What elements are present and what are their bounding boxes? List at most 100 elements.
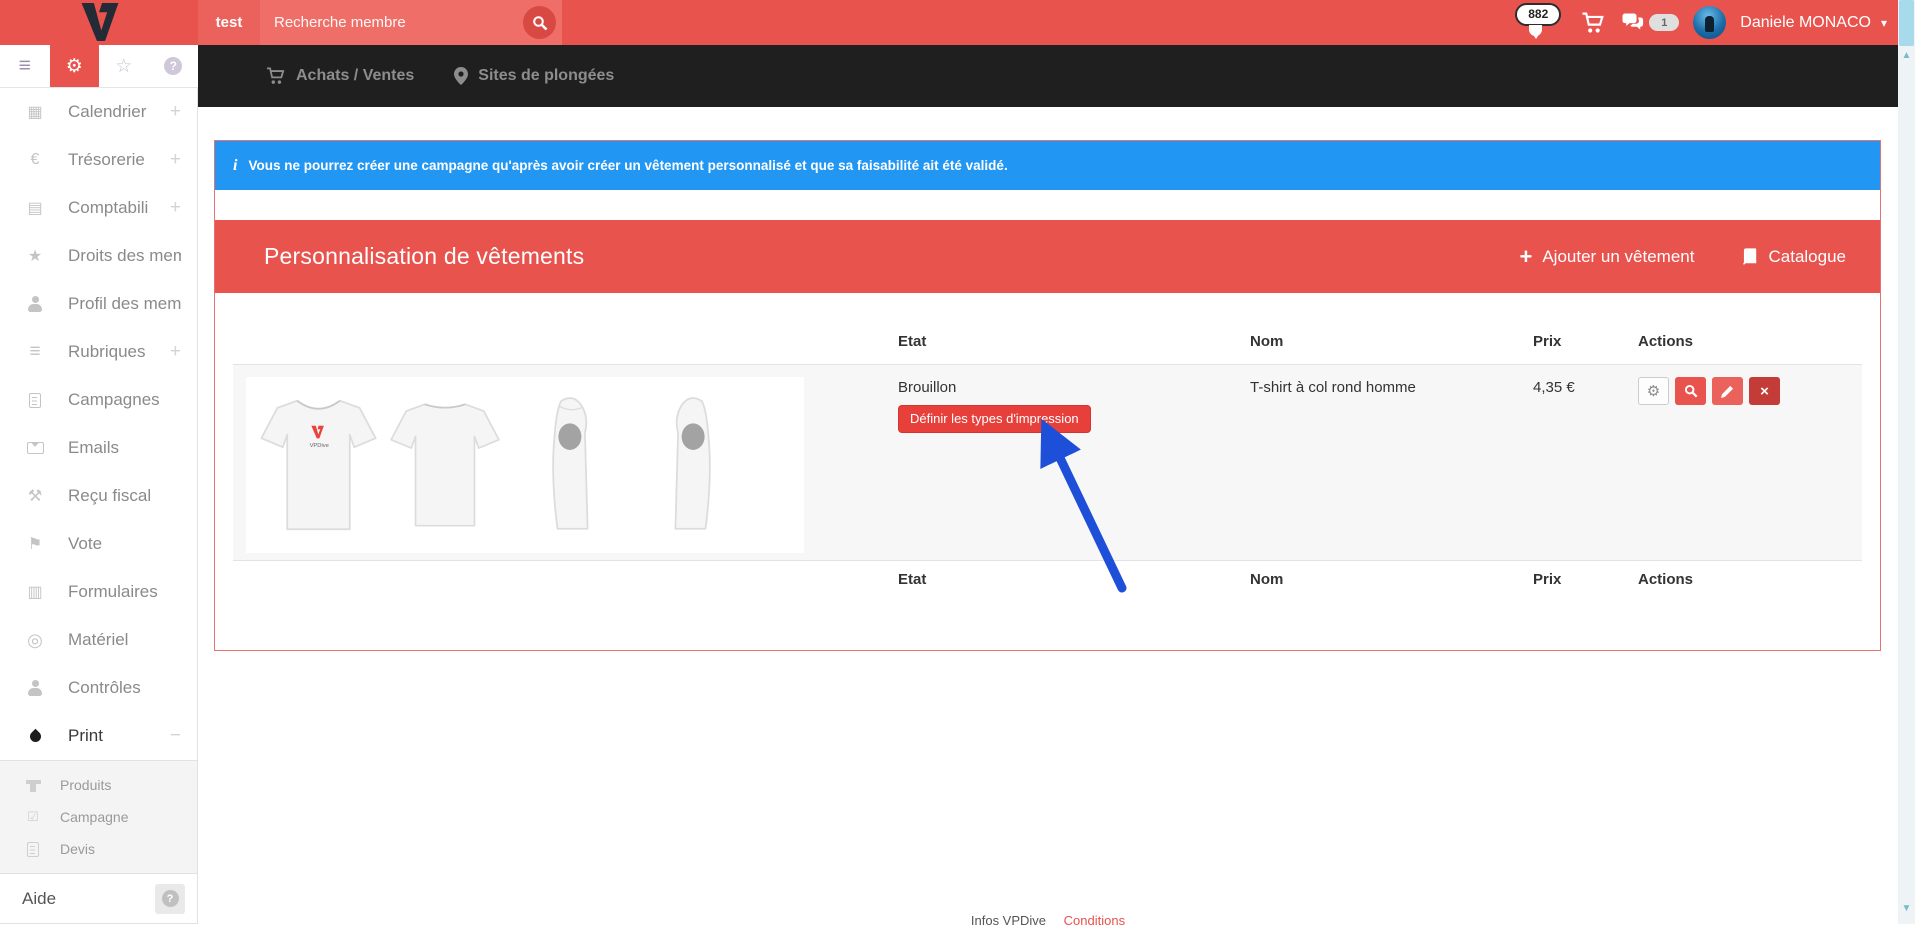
col-header-actions: Actions xyxy=(1638,333,1862,350)
svg-text:VPDive: VPDive xyxy=(310,443,329,449)
col-header-etat: Etat xyxy=(898,333,1250,350)
user-menu[interactable]: Daniele MONACO xyxy=(1740,14,1871,32)
star-icon: ★ xyxy=(24,246,46,266)
sidebar-item-controles[interactable]: Contrôles xyxy=(0,664,197,712)
col-footer-nom: Nom xyxy=(1250,571,1533,588)
scroll-down-arrow[interactable]: ▼ xyxy=(1898,903,1915,914)
cart-icon xyxy=(266,67,286,85)
plus-icon[interactable]: + xyxy=(170,101,181,123)
document-icon xyxy=(24,842,42,857)
tab-help[interactable]: ? xyxy=(149,45,199,87)
sidebar-item-rubriques[interactable]: ≡ Rubriques + xyxy=(0,328,197,376)
checkbox-icon: ☑ xyxy=(24,809,42,825)
status-badge: Brouillon xyxy=(898,379,956,396)
book-icon xyxy=(1740,248,1758,266)
question-icon: ? xyxy=(162,890,179,907)
magnifier-icon xyxy=(1684,384,1698,398)
vertical-scrollbar[interactable]: ▲ ▼ xyxy=(1898,0,1915,924)
print-submenu: Produits ☑ Campagne Devis xyxy=(0,760,197,874)
sidebar-item-campagnes[interactable]: Campagnes xyxy=(0,376,197,424)
gavel-icon: ⚒ xyxy=(24,486,46,506)
sidebar-item-droits-des-membres[interactable]: ★ Droits des membres xyxy=(0,232,197,280)
cart-icon xyxy=(1581,12,1606,34)
scrollbar-thumb[interactable] xyxy=(1899,0,1914,46)
gear-icon: ⚙ xyxy=(1647,382,1660,400)
sidebar-item-emails[interactable]: Emails xyxy=(0,424,197,472)
content-container: i Vous ne pourrez créer une campagne qu'… xyxy=(214,140,1881,651)
table-footer-row: Etat Nom Prix Actions xyxy=(233,561,1862,621)
sidebar-item-vote[interactable]: ⚑ Vote xyxy=(0,520,197,568)
sidebar-item-print[interactable]: Print − xyxy=(0,712,197,760)
col-footer-etat: Etat xyxy=(898,571,1250,588)
help-label: Aide xyxy=(22,889,155,909)
add-garment-button[interactable]: + Ajouter un vêtement xyxy=(1519,246,1694,268)
tshirt-front-image: VPDive xyxy=(256,381,381,549)
tshirt-image: VPDive xyxy=(246,377,804,553)
tab-settings[interactable]: ⚙ xyxy=(50,45,100,87)
hamburger-icon: ≡ xyxy=(19,54,31,78)
table-header-row: Etat Nom Prix Actions xyxy=(233,293,1862,365)
sidebar-item-comptabilite[interactable]: ▤ Comptabilité + xyxy=(0,184,197,232)
minus-icon[interactable]: − xyxy=(170,725,181,747)
breadcrumb-sites-de-plongees[interactable]: Sites de plongées xyxy=(454,67,614,85)
chevron-down-icon[interactable]: ▾ xyxy=(1881,16,1887,30)
tshirt-side-image xyxy=(663,381,725,549)
plus-icon: + xyxy=(1519,246,1532,268)
workspace-label[interactable]: test xyxy=(198,0,260,45)
settings-action-button[interactable]: ⚙ xyxy=(1638,377,1669,405)
sidebar-item-profil-des-membres[interactable]: Profil des membres xyxy=(0,280,197,328)
breadcrumb-achats-ventes[interactable]: Achats / Ventes xyxy=(266,67,414,85)
banknote-icon: ▤ xyxy=(24,198,46,218)
panel-header: Personnalisation de vêtements + Ajouter … xyxy=(215,220,1880,293)
plus-icon[interactable]: + xyxy=(170,149,181,171)
plus-icon[interactable]: + xyxy=(170,197,181,219)
search-button[interactable] xyxy=(523,6,556,39)
col-header-prix: Prix xyxy=(1533,333,1638,350)
avatar[interactable] xyxy=(1693,6,1726,39)
footer-conditions-link[interactable]: Conditions xyxy=(1064,913,1125,928)
notifications-button[interactable]: 882 xyxy=(1515,1,1567,41)
delete-action-button[interactable]: × xyxy=(1749,377,1780,405)
alert-text: Vous ne pourrez créer une campagne qu'ap… xyxy=(248,158,1007,173)
etat-cell: Brouillon Définir les types d'impression xyxy=(898,365,1250,560)
messages-button[interactable]: 1 xyxy=(1620,13,1679,33)
help-icon: ? xyxy=(164,57,182,75)
cart-button[interactable] xyxy=(1581,12,1606,34)
document-icon xyxy=(24,393,46,408)
notification-count-badge: 882 xyxy=(1515,3,1561,26)
sidebar-item-materiel[interactable]: ◎ Matériel xyxy=(0,616,197,664)
plus-icon[interactable]: + xyxy=(170,341,181,363)
submenu-item-devis[interactable]: Devis xyxy=(0,833,197,865)
info-alert: i Vous ne pourrez créer une campagne qu'… xyxy=(215,141,1880,190)
search-input[interactable] xyxy=(260,0,523,45)
user-check-icon xyxy=(24,680,46,696)
nom-cell: T-shirt à col rond homme xyxy=(1250,365,1533,560)
user-icon xyxy=(24,296,46,312)
sidebar-item-tresorerie[interactable]: € Trésorerie + xyxy=(0,136,197,184)
lifebuoy-icon: ◎ xyxy=(24,630,46,651)
tab-menu[interactable]: ≡ xyxy=(0,45,50,87)
help-row: Aide ? xyxy=(0,874,197,924)
chat-bubbles-icon xyxy=(1620,13,1646,33)
help-button[interactable]: ? xyxy=(155,884,185,914)
col-footer-actions: Actions xyxy=(1638,571,1862,588)
view-action-button[interactable] xyxy=(1675,377,1706,405)
actions-cell: ⚙ × xyxy=(1638,365,1862,560)
close-icon: × xyxy=(1760,383,1769,400)
catalog-button[interactable]: Catalogue xyxy=(1740,247,1846,267)
sidebar-item-formulaires[interactable]: ▥ Formulaires xyxy=(0,568,197,616)
submenu-item-campagne[interactable]: ☑ Campagne xyxy=(0,801,197,833)
edit-action-button[interactable] xyxy=(1712,377,1743,405)
breadcrumb: Achats / Ventes Sites de plongées xyxy=(198,45,1915,107)
notification-bubble-icon xyxy=(1529,25,1542,36)
calendar-icon: ▦ xyxy=(24,102,46,122)
scroll-up-arrow[interactable]: ▲ xyxy=(1898,50,1915,61)
sidebar-item-recu-fiscal[interactable]: ⚒ Reçu fiscal xyxy=(0,472,197,520)
pencil-icon xyxy=(1721,385,1734,398)
define-print-types-button[interactable]: Définir les types d'impression xyxy=(898,405,1091,433)
sidebar-item-calendrier[interactable]: ▦ Calendrier + xyxy=(0,88,197,136)
submenu-item-produits[interactable]: Produits xyxy=(0,769,197,801)
garments-table: Etat Nom Prix Actions xyxy=(233,293,1862,621)
tab-favorites[interactable]: ☆ xyxy=(99,45,149,87)
map-pin-icon xyxy=(454,67,468,85)
